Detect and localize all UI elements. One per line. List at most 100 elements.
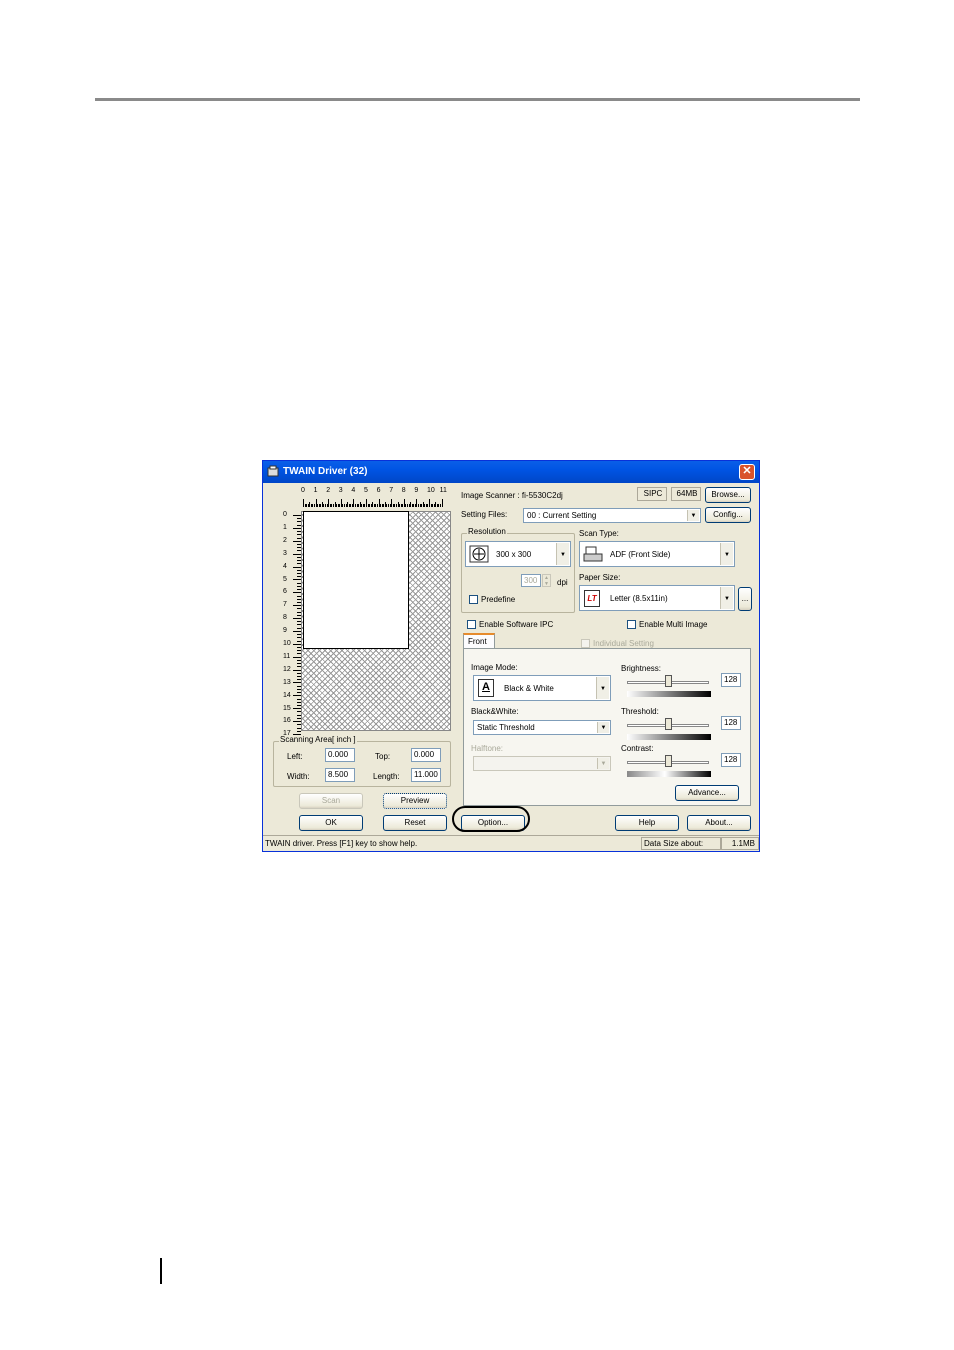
browse-button[interactable]: Browse... <box>705 487 751 503</box>
title-bar[interactable]: TWAIN Driver (32) ✕ <box>263 461 759 483</box>
brightness-label: Brightness: <box>621 664 662 673</box>
help-button[interactable]: Help <box>615 815 679 831</box>
enable-ipc-label: Enable Software IPC <box>479 620 554 629</box>
brightness-field[interactable]: 128 <box>721 673 741 687</box>
contrast-field[interactable]: 128 <box>721 753 741 767</box>
enable-ipc-checkbox[interactable] <box>467 620 476 629</box>
threshold-slider-thumb[interactable] <box>665 718 672 730</box>
black-white-select[interactable]: Static Threshold ▼ <box>473 720 611 735</box>
ruler-top-tick-label: 8 <box>401 487 406 494</box>
brightness-slider-thumb[interactable] <box>665 675 672 687</box>
ruler-left-tick-label: 0 <box>283 511 287 518</box>
chevron-down-icon[interactable]: ▼ <box>687 510 699 521</box>
ruler-top-tick-label: 2 <box>326 487 331 494</box>
advance-button[interactable]: Advance... <box>675 785 739 801</box>
ruler-left-tick <box>293 630 301 632</box>
ruler-top-tick-label: 4 <box>351 487 356 494</box>
adf-icon <box>583 546 603 562</box>
chevron-down-icon[interactable]: ▼ <box>597 722 609 733</box>
page-margin-bar <box>160 1258 162 1284</box>
setting-files-select[interactable]: 00 : Current Setting ▼ <box>523 508 701 523</box>
contrast-label: Contrast: <box>621 744 654 753</box>
setting-files-value: 00 : Current Setting <box>527 511 597 520</box>
status-hint: TWAIN driver. Press [F1] key to show hel… <box>265 839 418 848</box>
ruler-top-tick-label: 6 <box>376 487 381 494</box>
ruler-top-tick-label: 5 <box>364 487 368 494</box>
ruler-left-tick <box>293 592 301 594</box>
ruler-left-tick-label: 4 <box>283 562 287 570</box>
dpi-unit: dpi <box>557 578 568 587</box>
threshold-field[interactable]: 128 <box>721 716 741 730</box>
paper-size-value: Letter (8.5x11in) <box>610 594 668 603</box>
dpi-field[interactable]: 300 <box>521 574 541 587</box>
ruler-left-tick <box>293 579 301 581</box>
ruler-left-tick <box>293 605 301 607</box>
predefine-checkbox[interactable] <box>469 595 478 604</box>
ruler-left-tick <box>293 656 301 658</box>
ruler-left-tick <box>293 515 301 516</box>
ruler-left-tick <box>293 669 301 671</box>
scan-area-page[interactable] <box>303 511 409 649</box>
image-mode-label: Image Mode: <box>471 663 518 672</box>
paper-size-more-button[interactable]: ... <box>738 587 752 611</box>
length-field[interactable]: 11.000 <box>411 768 441 782</box>
ruler-left-tick <box>293 643 301 645</box>
image-mode-select[interactable]: A Black & White ▼ <box>473 675 611 701</box>
preview-button[interactable]: Preview <box>383 793 447 809</box>
ruler-top-tick-label: 1 <box>313 487 318 494</box>
left-field[interactable]: 0.000 <box>325 748 355 762</box>
individual-setting-label: Individual Setting <box>593 639 654 648</box>
ruler-left-tick-label: 13 <box>283 678 291 686</box>
length-label: Length: <box>373 772 400 781</box>
setting-files-label: Setting Files: <box>461 510 508 519</box>
scan-type-label: Scan Type: <box>579 529 619 538</box>
data-size-label: Data Size about: <box>641 837 721 850</box>
horizontal-ruler: 0 1 2 3 4 5 6 7 8 9 10 11 <box>301 487 451 509</box>
ruler-left-tick <box>293 721 301 723</box>
ruler-left-tick <box>293 618 301 620</box>
threshold-gradient <box>627 734 711 740</box>
page-top-rule <box>95 98 860 101</box>
config-button[interactable]: Config... <box>705 507 751 523</box>
scan-button[interactable]: Scan <box>299 793 363 809</box>
width-label: Width: <box>287 772 310 781</box>
resolution-select[interactable]: 300 x 300 ▼ <box>465 541 571 567</box>
image-mode-value: Black & White <box>504 684 554 693</box>
paper-size-select[interactable]: LT Letter (8.5x11in) ▼ <box>579 585 735 611</box>
halftone-select[interactable]: ▼ <box>473 756 611 771</box>
chevron-down-icon[interactable]: ▼ <box>597 758 609 769</box>
enable-multi-label: Enable Multi Image <box>639 620 708 629</box>
ruler-left-tick-label: 15 <box>283 704 291 712</box>
enable-multi-checkbox[interactable] <box>627 620 636 629</box>
memory-indicator: 64MB <box>671 487 701 501</box>
chevron-down-icon[interactable]: ▼ <box>556 543 569 565</box>
top-field[interactable]: 0.000 <box>411 748 441 762</box>
ok-button[interactable]: OK <box>299 815 363 831</box>
reset-button[interactable]: Reset <box>383 815 447 831</box>
paper-size-label: Paper Size: <box>579 573 621 582</box>
chevron-down-icon[interactable]: ▼ <box>720 587 733 609</box>
resolution-value: 300 x 300 <box>496 550 532 559</box>
dpi-spinner-icon[interactable]: ▲ ▼ <box>542 574 551 587</box>
ruler-left-tick-label: 12 <box>283 665 291 673</box>
ruler-top-tick-label: 11 <box>439 487 447 494</box>
tab-front[interactable]: Front <box>463 633 495 648</box>
scanner-app-icon <box>267 465 279 477</box>
ruler-left-tick-label: 1 <box>283 523 287 531</box>
individual-setting-checkbox[interactable] <box>581 639 590 648</box>
ruler-left-tick-label: 7 <box>283 601 287 609</box>
ruler-left-tick-label: 5 <box>283 575 287 583</box>
contrast-slider-thumb[interactable] <box>665 755 672 767</box>
ruler-left-tick-label: 8 <box>283 614 287 622</box>
option-button-highlight <box>452 806 530 832</box>
width-field[interactable]: 8.500 <box>325 768 355 782</box>
scan-type-select[interactable]: ADF (Front Side) ▼ <box>579 541 735 567</box>
ruler-top-tick-label: 9 <box>414 487 419 494</box>
ruler-left-tick <box>293 527 301 529</box>
about-button[interactable]: About... <box>687 815 751 831</box>
ruler-left-tick-label: 9 <box>283 627 287 635</box>
chevron-down-icon[interactable]: ▼ <box>596 677 609 699</box>
close-icon[interactable]: ✕ <box>739 464 755 480</box>
ruler-left-tick-label: 10 <box>283 640 291 647</box>
chevron-down-icon[interactable]: ▼ <box>720 543 733 565</box>
